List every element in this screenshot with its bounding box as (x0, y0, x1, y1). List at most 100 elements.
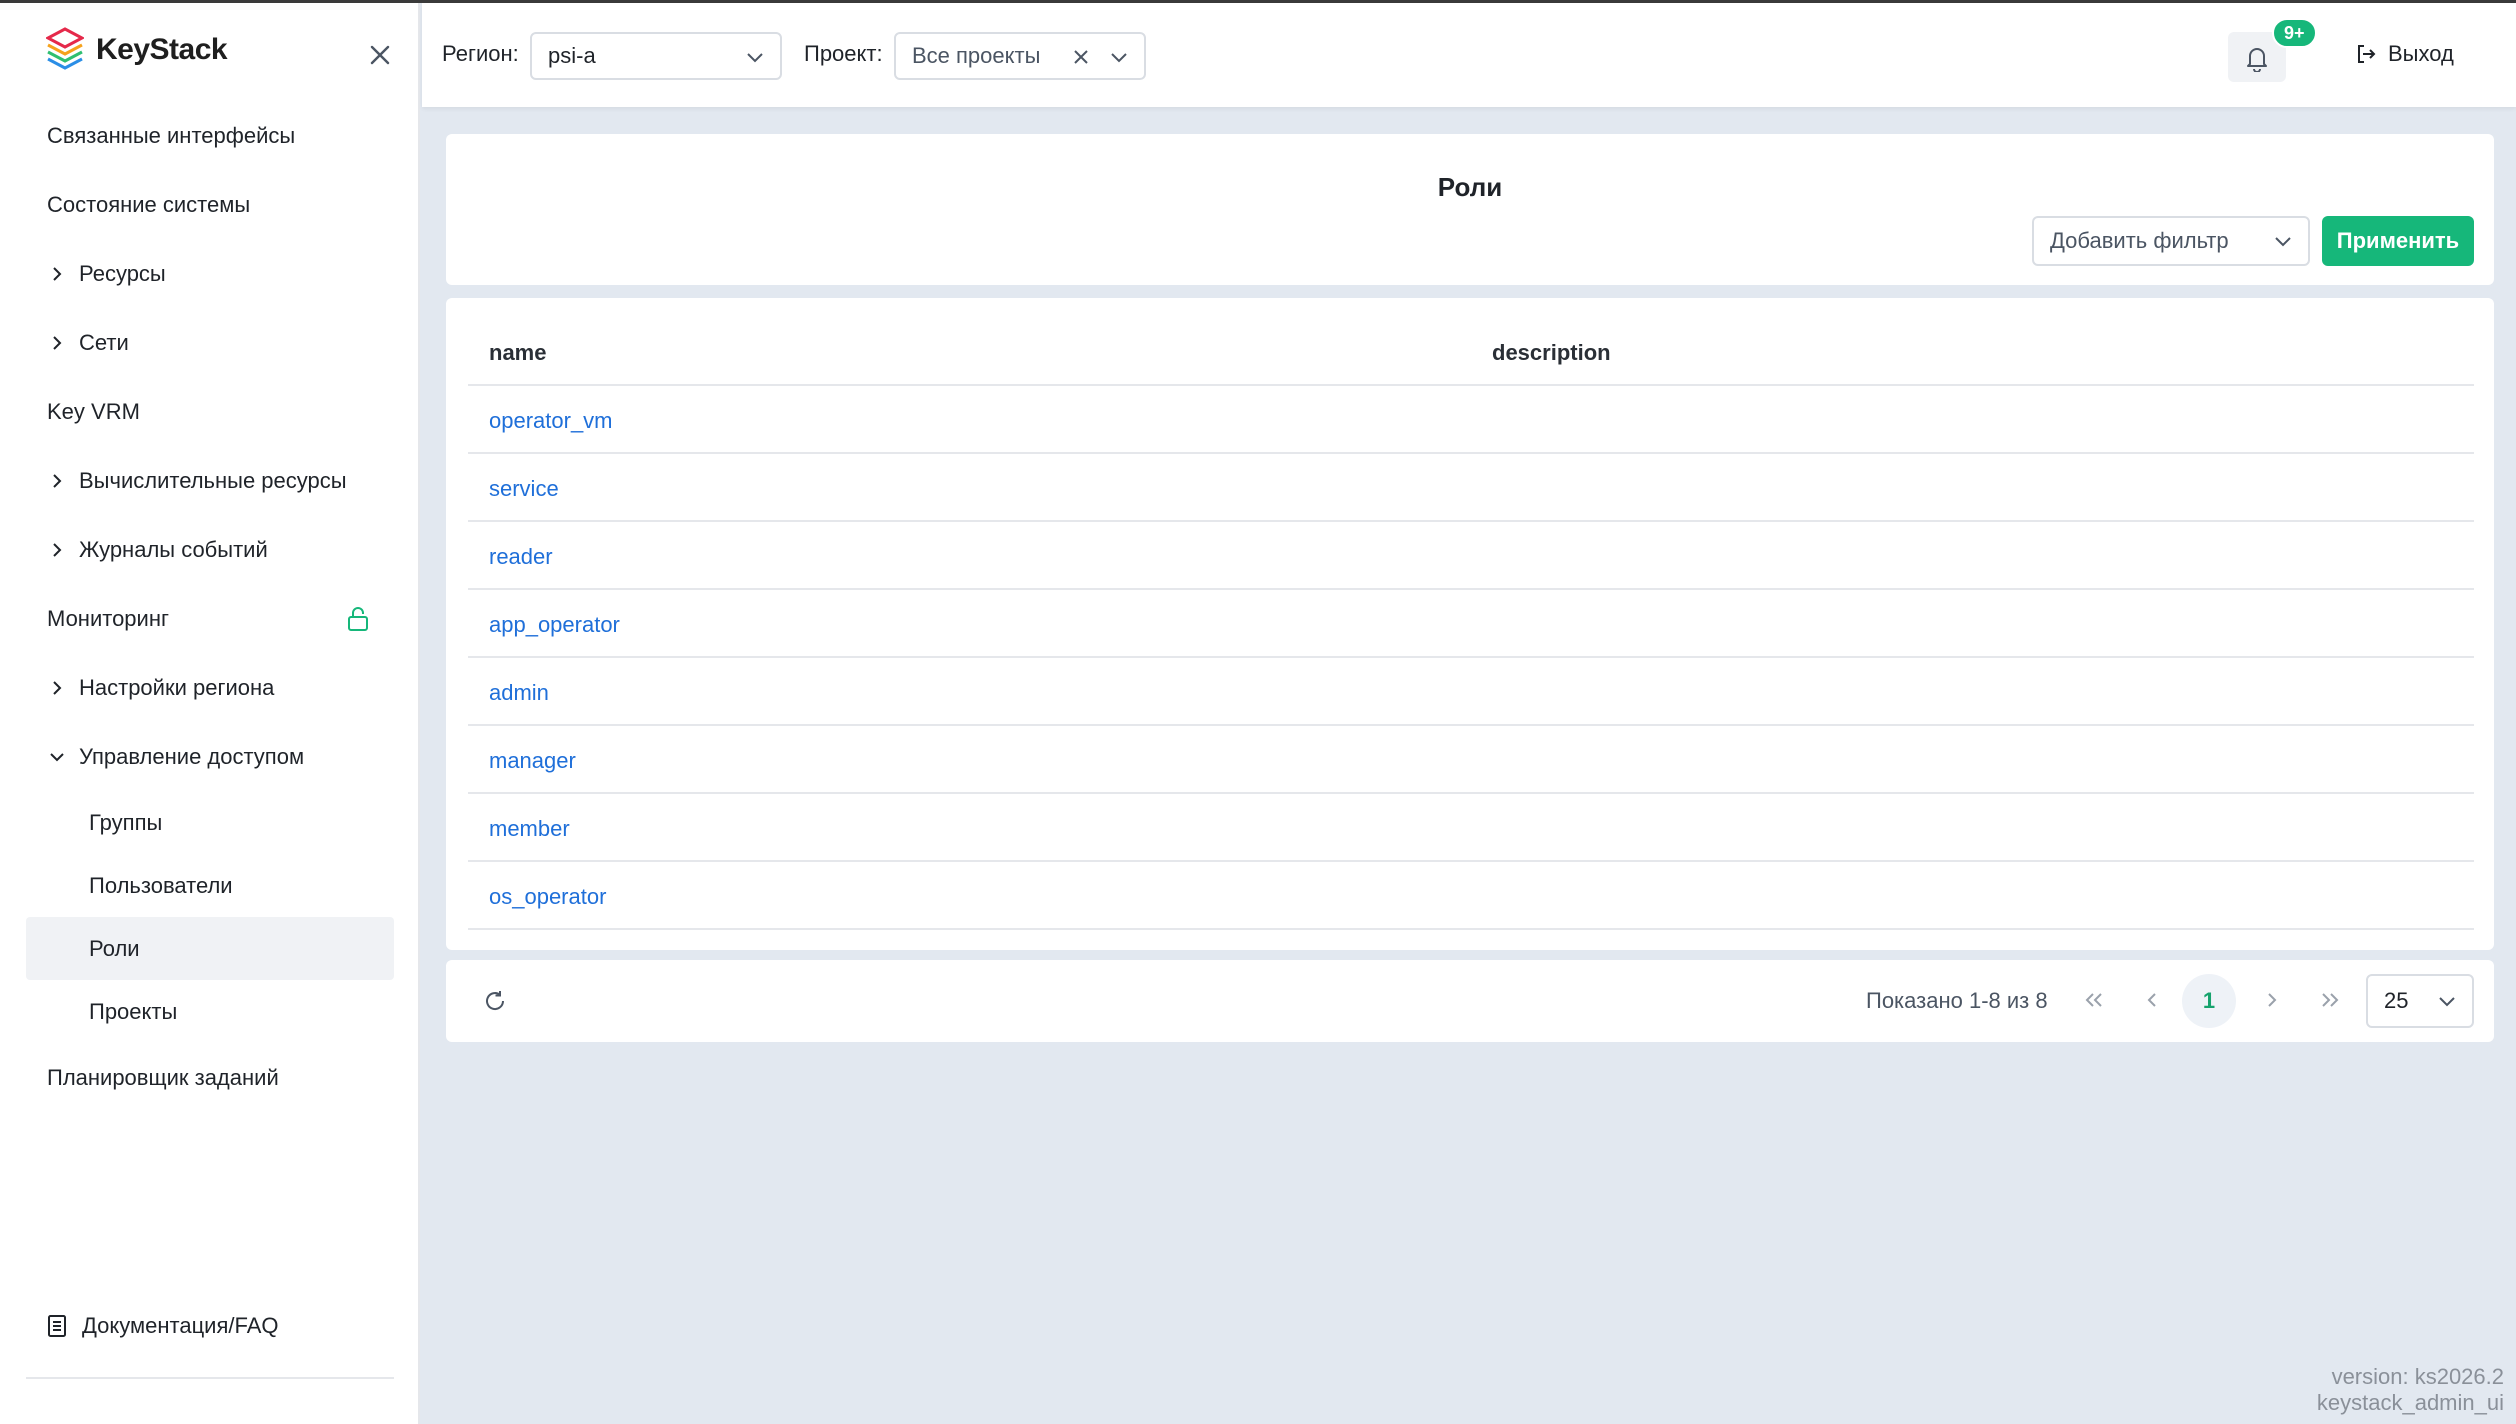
notifications-badge: 9+ (2272, 18, 2317, 48)
bell-icon (2247, 48, 2267, 72)
role-link[interactable]: manager (489, 748, 576, 774)
page-title: Роли (1437, 172, 1503, 202)
sidebar-item-projects[interactable]: Проекты (26, 980, 394, 1043)
document-icon (48, 1315, 66, 1337)
sidebar-item-networks[interactable]: Сети (26, 308, 394, 377)
roles-table: name description operator_vm service rea… (446, 298, 2494, 950)
clear-icon[interactable] (1070, 46, 1092, 68)
sidebar-item-groups[interactable]: Группы (26, 791, 394, 854)
page-button-current[interactable]: 1 (2182, 974, 2236, 1028)
app-id-line: keystack_admin_ui (2316, 1390, 2504, 1415)
sidebar-item-key-vrm[interactable]: Key VRM (26, 377, 394, 446)
sidebar-item-access-management[interactable]: Управление доступом (26, 722, 394, 791)
sidebar: KeyStack Связанные интерфейсы Состояние … (0, 3, 420, 1424)
version-info: version: ks2026.2 keystack_admin_ui (2317, 1364, 2504, 1416)
chevron-down-icon (2439, 997, 2455, 1007)
region-select-value: psi-a (548, 43, 596, 68)
apply-button[interactable]: Применить (2322, 216, 2474, 266)
sidebar-item-label: Key VRM (47, 398, 140, 424)
chevron-down-icon (747, 53, 763, 63)
sidebar-item-region-settings[interactable]: Настройки региона (26, 653, 394, 722)
sidebar-item-linked-interfaces[interactable]: Связанные интерфейсы (26, 101, 394, 170)
docs-label: Документация/FAQ (82, 1313, 279, 1338)
role-link[interactable]: os_operator (489, 884, 606, 910)
column-header-description[interactable]: description (1492, 340, 1611, 366)
table-header-row: name description (468, 318, 2474, 386)
last-page-button[interactable] (2312, 982, 2348, 1018)
role-link[interactable]: operator_vm (489, 408, 613, 434)
project-select[interactable]: Все проекты (894, 32, 1146, 80)
sidebar-item-label: Журналы событий (79, 536, 268, 562)
sidebar-item-label: Вычислительные ресурсы (79, 467, 347, 493)
shown-count: Показано 1-8 из 8 (1866, 988, 2048, 1013)
logout-button[interactable]: Выход (2354, 41, 2454, 67)
chevrons-right-icon (2322, 993, 2339, 1007)
chevron-right-icon (53, 542, 62, 557)
project-label: Проект: (804, 41, 883, 66)
chevron-right-icon (2268, 993, 2277, 1007)
add-filter-select[interactable]: Добавить фильтр (2032, 216, 2310, 266)
sidebar-item-system-status[interactable]: Состояние системы (26, 170, 394, 239)
add-filter-label: Добавить фильтр (2050, 228, 2229, 253)
sidebar-item-label: Мониторинг (47, 605, 170, 631)
close-icon[interactable] (366, 41, 394, 69)
sidebar-item-label: Ресурсы (79, 260, 166, 286)
next-page-button[interactable] (2254, 982, 2290, 1018)
chevron-right-icon (53, 266, 62, 281)
table-row: member (468, 794, 2474, 862)
top-header: Регион: psi-a Проект: Все проекты 9+ Вых… (422, 3, 2516, 107)
table-row: manager (468, 726, 2474, 794)
title-card: Роли Добавить фильтр Применить (446, 134, 2494, 285)
sidebar-item-label: Проекты (89, 998, 178, 1024)
sidebar-item-label: Настройки региона (79, 674, 275, 700)
refresh-icon[interactable] (482, 988, 508, 1014)
column-header-name[interactable]: name (489, 340, 546, 366)
table-row: os_operator (468, 862, 2474, 930)
chevron-right-icon (53, 335, 62, 350)
role-link[interactable]: app_operator (489, 612, 620, 638)
chevron-down-icon (1111, 53, 1127, 63)
sidebar-item-label: Состояние системы (47, 191, 251, 217)
table-row: app_operator (468, 590, 2474, 658)
logout-icon (2358, 45, 2376, 63)
sidebar-item-label: Сети (79, 329, 129, 355)
sidebar-divider (26, 1377, 394, 1379)
sidebar-item-label: Управление доступом (79, 743, 305, 769)
first-page-button[interactable] (2076, 982, 2112, 1018)
sidebar-item-roles[interactable]: Роли (26, 917, 394, 980)
table-row: admin (468, 658, 2474, 726)
sidebar-item-users[interactable]: Пользователи (26, 854, 394, 917)
logout-label: Выход (2388, 41, 2454, 66)
page-size-select[interactable]: 25 (2366, 974, 2474, 1028)
sidebar-item-label: Связанные интерфейсы (47, 122, 296, 148)
region-select[interactable]: psi-a (530, 32, 782, 80)
chevron-right-icon (53, 680, 62, 695)
sidebar-item-label: Пользователи (89, 872, 233, 898)
sidebar-item-compute[interactable]: Вычислительные ресурсы (26, 446, 394, 515)
role-link[interactable]: reader (489, 544, 553, 570)
sidebar-item-monitoring[interactable]: Мониторинг (26, 584, 394, 653)
role-link[interactable]: service (489, 476, 559, 502)
role-link[interactable]: member (489, 816, 570, 842)
logo[interactable]: KeyStack (46, 27, 228, 73)
sidebar-item-label: Группы (89, 809, 163, 835)
project-select-value: Все проекты (912, 43, 1041, 68)
lock-icon (348, 607, 368, 631)
sidebar-item-resources[interactable]: Ресурсы (26, 239, 394, 308)
table-row: service (468, 454, 2474, 522)
sidebar-item-docs[interactable]: Документация/FAQ (46, 1313, 279, 1339)
sidebar-item-label: Планировщик заданий (47, 1064, 279, 1090)
chevron-down-icon (2275, 237, 2291, 247)
region-label: Регион: (442, 41, 519, 66)
prev-page-button[interactable] (2134, 982, 2170, 1018)
sidebar-item-event-logs[interactable]: Журналы событий (26, 515, 394, 584)
page-size-value: 25 (2384, 988, 2409, 1013)
chevron-down-icon (50, 752, 64, 761)
sidebar-nav: Связанные интерфейсы Состояние системы Р… (26, 101, 394, 1112)
logo-text: KeyStack (96, 33, 228, 66)
table-row: operator_vm (468, 386, 2474, 454)
sidebar-item-scheduler[interactable]: Планировщик заданий (26, 1043, 394, 1112)
role-link[interactable]: admin (489, 680, 549, 706)
chevron-left-icon (2147, 993, 2156, 1007)
table-row: reader (468, 522, 2474, 590)
